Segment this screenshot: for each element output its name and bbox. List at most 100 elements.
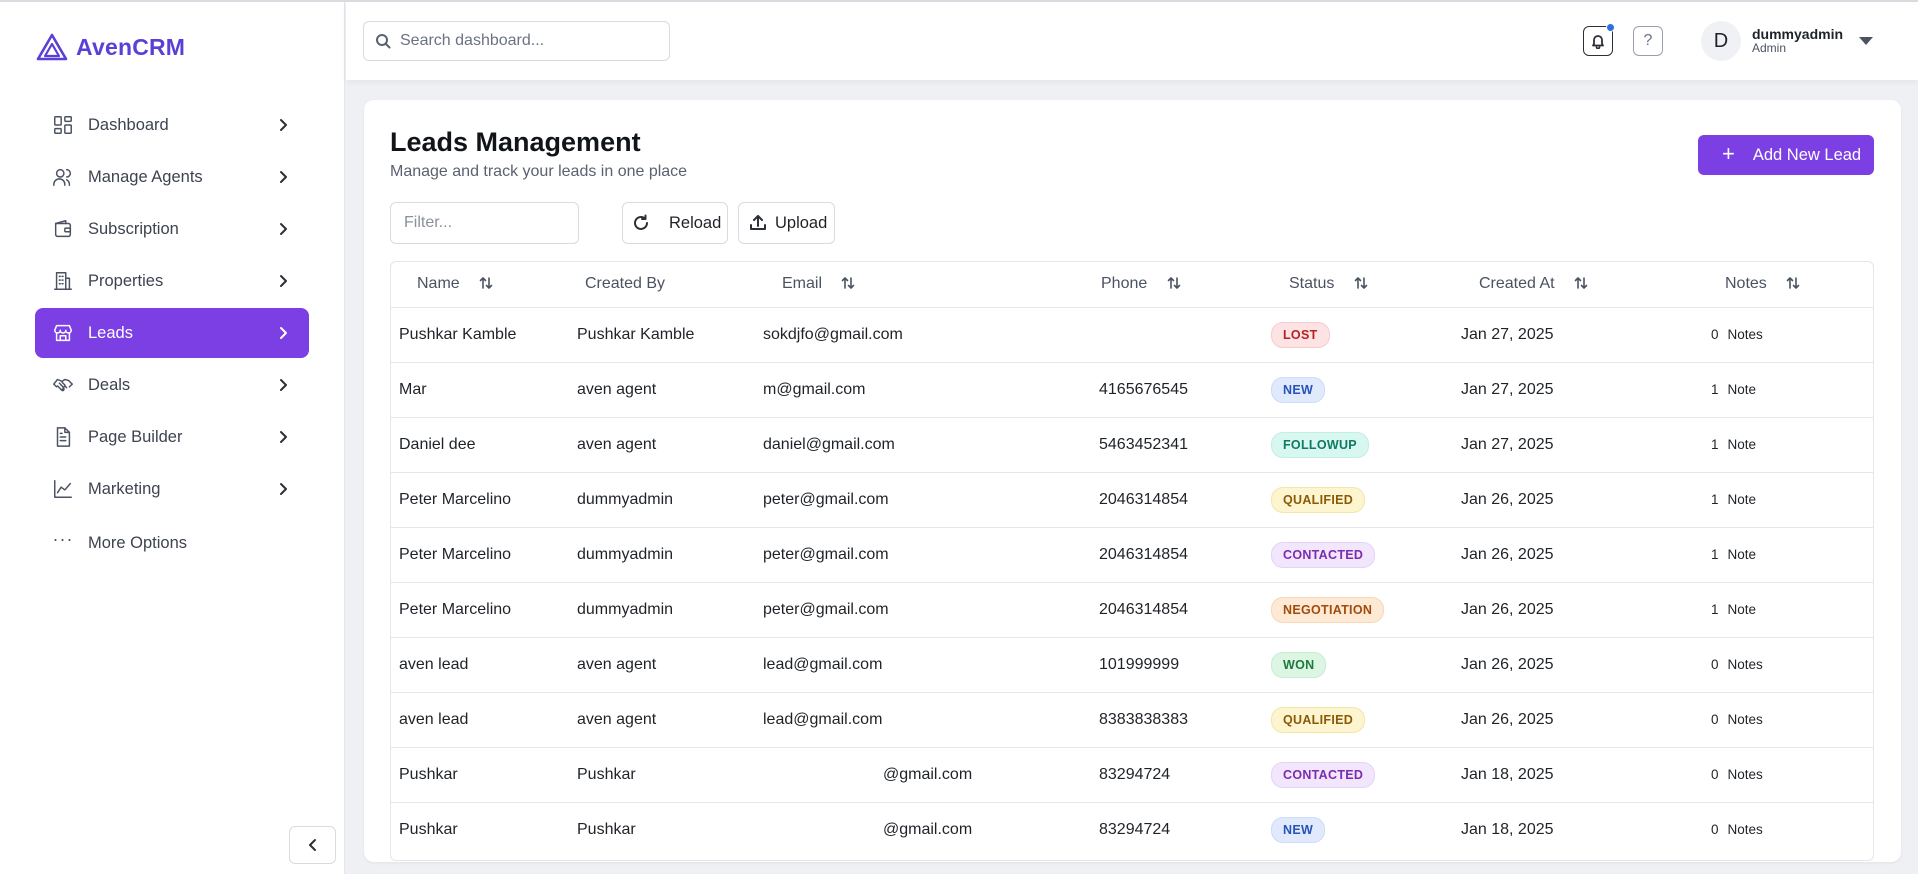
upload-button[interactable]: Upload bbox=[738, 202, 835, 244]
cell-notes[interactable]: 0 Notes bbox=[1705, 637, 1873, 693]
sidebar-item-label: Manage Agents bbox=[88, 167, 203, 186]
sidebar-item-dashboard[interactable]: Dashboard bbox=[35, 100, 309, 150]
sidebar-item-subscription[interactable]: Subscription bbox=[35, 204, 309, 254]
cell-email: lead@gmail.com bbox=[763, 692, 1083, 748]
cell-email: lead@gmail.com bbox=[763, 637, 1083, 693]
sort-icon[interactable] bbox=[478, 275, 494, 291]
table-row[interactable]: aven lead aven agent lead@gmail.com 1019999… bbox=[391, 637, 1873, 693]
col-header-created-by[interactable]: Created By bbox=[577, 262, 763, 308]
wallet-icon bbox=[52, 218, 74, 240]
lead-name: Pushkar bbox=[399, 765, 458, 783]
created-by: aven agent bbox=[577, 710, 657, 728]
table-row[interactable]: Daniel dee aven agent daniel@gmail.com 5463… bbox=[391, 417, 1873, 473]
cell-created-by: Pushkar bbox=[577, 747, 763, 803]
created-by: aven agent bbox=[577, 655, 657, 673]
table-row[interactable]: Peter Marcelino dummyadmin peter@gmail.com… bbox=[391, 527, 1873, 583]
cell-notes[interactable]: 1 Note bbox=[1705, 362, 1873, 418]
search-input[interactable] bbox=[400, 32, 660, 50]
table-row[interactable]: Pushkar Pushkar @gmail.com 83294724 CONTACTE… bbox=[391, 747, 1873, 803]
leads-card: Leads Management Manage and track your l… bbox=[364, 100, 1901, 862]
cell-phone: 2046314854 bbox=[1083, 472, 1271, 528]
help-button[interactable]: ? bbox=[1633, 26, 1663, 56]
sidebar-nav: Dashboard Manage Agents Subscription Pro… bbox=[35, 100, 309, 570]
table-row[interactable]: aven lead aven agent lead@gmail.com 8383838… bbox=[391, 692, 1873, 748]
bell-icon bbox=[1592, 35, 1604, 49]
sidebar-item-properties[interactable]: Properties bbox=[35, 256, 309, 306]
sidebar-item-manage-agents[interactable]: Manage Agents bbox=[35, 152, 309, 202]
lead-name: aven lead bbox=[399, 655, 469, 673]
cell-created-at: Jan 18, 2025 bbox=[1461, 747, 1705, 803]
cell-notes[interactable]: 0 Notes bbox=[1705, 747, 1873, 803]
collapse-sidebar-button[interactable] bbox=[289, 826, 336, 864]
sidebar-item-marketing[interactable]: Marketing bbox=[35, 464, 309, 514]
cell-notes[interactable]: 0 Notes bbox=[1705, 692, 1873, 748]
cell-status: WON bbox=[1271, 637, 1461, 693]
sidebar-item-leads[interactable]: Leads bbox=[35, 308, 309, 358]
line-chart-icon bbox=[52, 478, 74, 500]
cell-notes[interactable]: 0 Notes bbox=[1705, 802, 1873, 857]
lead-name: Mar bbox=[399, 380, 427, 398]
cell-status: FOLLOWUP bbox=[1271, 417, 1461, 473]
cell-notes[interactable]: 1 Note bbox=[1705, 472, 1873, 528]
cell-name: aven lead bbox=[391, 637, 577, 693]
created-by: dummyadmin bbox=[577, 490, 674, 508]
lead-email: m@gmail.com bbox=[763, 380, 866, 398]
cell-email: m@gmail.com bbox=[763, 362, 1083, 418]
cell-email: peter@gmail.com bbox=[763, 472, 1083, 528]
cell-notes[interactable]: 1 Note bbox=[1705, 417, 1873, 473]
sidebar-item-label: Marketing bbox=[88, 479, 161, 498]
add-new-lead-button[interactable]: + Add New Lead bbox=[1698, 135, 1874, 175]
table-row[interactable]: Pushkar Kamble Pushkar Kamble sokdjfo@gmai… bbox=[391, 307, 1873, 363]
table-row[interactable]: Peter Marcelino dummyadmin peter@gmail.com… bbox=[391, 582, 1873, 638]
reload-button[interactable]: Reload bbox=[622, 202, 728, 244]
cell-notes[interactable]: 1 Note bbox=[1705, 527, 1873, 583]
cell-phone: 5463452341 bbox=[1083, 417, 1271, 473]
sort-icon[interactable] bbox=[1353, 275, 1369, 291]
cell-name: aven lead bbox=[391, 692, 577, 748]
brand-logo[interactable]: AvenCRM bbox=[36, 32, 185, 62]
created-at: Jan 26, 2025 bbox=[1461, 545, 1554, 563]
cell-notes[interactable]: 1 Note bbox=[1705, 582, 1873, 638]
filter-input[interactable] bbox=[390, 202, 579, 244]
cell-email: daniel@gmail.com bbox=[763, 417, 1083, 473]
sidebar-item-label: Deals bbox=[88, 375, 131, 394]
col-header-name[interactable]: Name bbox=[391, 262, 577, 308]
cell-notes[interactable]: 0 Notes bbox=[1705, 307, 1873, 363]
upload-label: Upload bbox=[775, 213, 828, 232]
table-row[interactable]: Pushkar Pushkar @gmail.com 83294724 NEW Jan 1… bbox=[391, 802, 1873, 857]
sort-icon[interactable] bbox=[1573, 275, 1589, 291]
sort-icon[interactable] bbox=[1785, 275, 1801, 291]
table-row[interactable]: Mar aven agent m@gmail.com 4165676545 NEW Jan… bbox=[391, 362, 1873, 418]
status-badge: QUALIFIED bbox=[1271, 706, 1366, 733]
table-row[interactable]: Peter Marcelino dummyadmin peter@gmail.com… bbox=[391, 472, 1873, 528]
notes-label: Notes bbox=[1727, 767, 1763, 782]
search-icon bbox=[376, 34, 391, 49]
col-header-status[interactable]: Status bbox=[1271, 262, 1461, 308]
notes-count: 0 bbox=[1711, 767, 1719, 782]
lead-name: Pushkar Kamble bbox=[399, 325, 517, 343]
col-header-notes[interactable]: Notes bbox=[1705, 262, 1873, 308]
sort-icon[interactable] bbox=[1166, 275, 1182, 291]
notifications-button[interactable] bbox=[1583, 23, 1615, 56]
col-header-created-at[interactable]: Created At bbox=[1461, 262, 1705, 308]
notes-label: Note bbox=[1727, 492, 1757, 507]
user-menu[interactable]: D dummyadmin Admin bbox=[1701, 21, 1874, 61]
cell-created-by: aven agent bbox=[577, 417, 763, 473]
col-header-email[interactable]: Email bbox=[763, 262, 1083, 308]
lead-name: Peter Marcelino bbox=[399, 490, 512, 508]
users-icon bbox=[52, 166, 74, 188]
lead-phone: 5463452341 bbox=[1099, 435, 1188, 453]
search-box[interactable] bbox=[363, 21, 670, 61]
created-by: aven agent bbox=[577, 380, 657, 398]
notes-count: 0 bbox=[1711, 657, 1719, 672]
cell-email: sokdjfo@gmail.com bbox=[763, 307, 1083, 363]
col-header-phone[interactable]: Phone bbox=[1083, 262, 1271, 308]
sidebar-more-options[interactable]: ··· More Options bbox=[35, 518, 309, 568]
sidebar-item-deals[interactable]: Deals bbox=[35, 360, 309, 410]
sidebar-item-page-builder[interactable]: Page Builder bbox=[35, 412, 309, 462]
document-icon bbox=[52, 426, 74, 448]
cell-phone: 101999999 bbox=[1083, 637, 1271, 693]
created-by: dummyadmin bbox=[577, 600, 674, 618]
cell-created-by: aven agent bbox=[577, 692, 763, 748]
sort-icon[interactable] bbox=[840, 275, 856, 291]
